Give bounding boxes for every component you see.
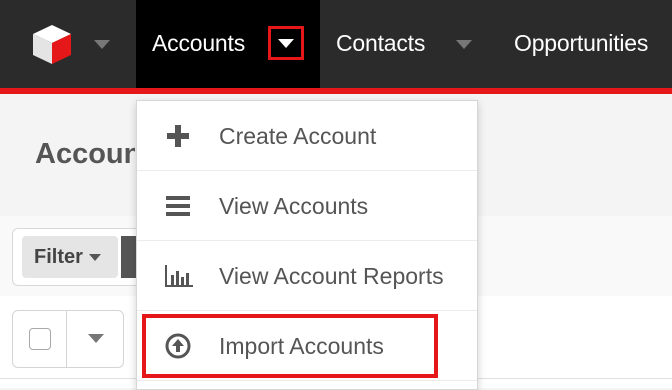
nav-item-contacts[interactable]: Contacts — [336, 30, 425, 57]
menu-item-label: View Accounts — [219, 193, 369, 219]
menu-item-view-accounts[interactable]: View Accounts — [137, 171, 477, 241]
filter-dropdown-button[interactable]: Filter — [22, 236, 118, 278]
page-title: Accounts — [35, 138, 135, 170]
list-icon — [163, 191, 193, 221]
chevron-down-icon — [88, 253, 101, 261]
menu-item-label: Create Account — [219, 123, 377, 149]
logo-menu-caret-icon[interactable] — [94, 40, 110, 49]
filter-label: Filter — [34, 245, 83, 268]
import-accounts-highlight — [142, 314, 438, 378]
menu-item-view-account-reports[interactable]: View Account Reports — [137, 241, 477, 311]
mass-select-divider — [66, 310, 67, 368]
plus-icon — [163, 121, 193, 151]
chevron-down-icon — [278, 38, 294, 48]
accounts-menu-toggle-button[interactable] — [268, 26, 304, 60]
nav-item-accounts-label[interactable]: Accounts — [152, 30, 245, 57]
app-logo-cube-icon[interactable] — [30, 22, 74, 66]
nav-item-opportunities[interactable]: Opportunities — [514, 30, 648, 57]
mass-actions-caret-icon[interactable] — [88, 334, 104, 343]
select-all-checkbox[interactable] — [29, 328, 51, 350]
contacts-menu-caret-icon[interactable] — [456, 40, 472, 49]
menu-item-label: View Account Reports — [219, 263, 444, 289]
bar-chart-icon — [163, 261, 193, 291]
menu-item-create-account[interactable]: Create Account — [137, 101, 477, 171]
